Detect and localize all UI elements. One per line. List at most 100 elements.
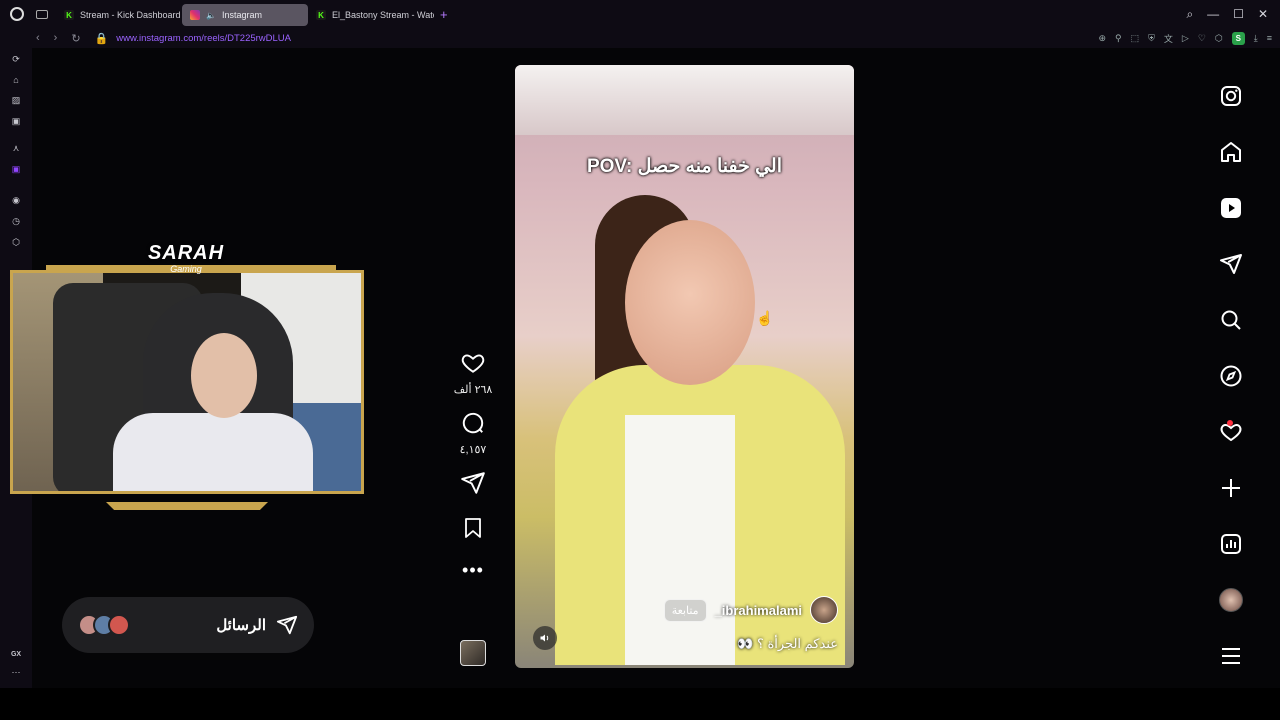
extensions-area: ⊕ ⚲ ⬚ ⛨ 文 ▷ ♡ ⬡ S ⤓ ≡ [1098,28,1272,48]
tab-kick-dashboard[interactable]: K Stream - Kick Dashboard [56,4,182,26]
nav-search[interactable] [1219,292,1243,348]
close-button[interactable]: ✕ [1258,7,1268,21]
gx-corner-icon[interactable]: ⋏ [13,143,20,154]
webcam-face [191,333,257,418]
download-icon[interactable]: ⤓ [1254,33,1258,44]
heart-icon[interactable]: ♡ [1198,33,1206,44]
zoom-icon[interactable]: ⊕ [1098,33,1106,44]
tab-title: Instagram [221,10,262,20]
nav-messages[interactable] [1219,236,1243,292]
webcam-overlay: SARAH Gaming [6,240,368,515]
reel-caption: POV: الي خفنا منه حصل [586,156,782,177]
notification-dot [1227,420,1233,426]
instagram-nav [1210,68,1252,684]
kick-icon: K [64,10,74,20]
share-action [460,470,486,501]
pin-icon[interactable]: ⚲ [1115,33,1122,44]
more-options-icon[interactable]: ••• [462,560,484,581]
like-count: ٢٦٨ ألف [453,384,493,396]
opera-gx-logo-icon[interactable] [10,7,24,21]
mute-icon[interactable] [533,626,557,650]
reel-actions: ٢٦٨ ألف ٤,١٥٧ ••• [448,350,498,595]
more-action: ••• [462,560,484,581]
tab-title: Stream - Kick Dashboard [80,10,181,20]
audio-thumbnail[interactable] [460,640,486,666]
lock-icon: 🔒 [94,32,109,45]
bookmark-icon[interactable] [461,515,485,546]
share-icon[interactable] [460,470,486,501]
address-bar: ‹ › ↻ 🔒 www.instagram.com/reels/DT225rwD… [0,28,1280,48]
history-icon[interactable]: ◷ [12,216,20,227]
messages-button[interactable]: الرسائل [62,597,314,653]
follow-button[interactable]: متابعة [663,598,707,622]
tab-title: El_Bastony Stream - Watc [332,10,434,20]
player-icon[interactable]: ◉ [12,195,20,206]
video-subject-top [625,415,735,665]
video-subject-face [625,220,755,385]
nav-instagram[interactable] [1219,68,1243,124]
maximize-button[interactable]: ☐ [1233,7,1244,21]
store-icon[interactable]: ⌂ [13,75,18,85]
nav-more[interactable] [1219,628,1243,684]
like-action: ٢٦٨ ألف [453,350,493,396]
reel-username[interactable]: _ibrahimalami [715,603,802,618]
more-icon[interactable]: ⋯ [12,667,21,678]
snapshot-icon[interactable]: ⬚ [1131,33,1140,44]
tab-instagram[interactable]: 🔈 Instagram [182,4,308,26]
mouse-cursor: ☝ [756,310,774,326]
translate-icon[interactable]: 文 [1164,32,1173,45]
nav-create[interactable] [1219,460,1243,516]
minimize-button[interactable]: — [1207,7,1219,21]
profile-extension-icon[interactable]: S [1231,31,1245,45]
reel-author: متابعة _ibrahimalami [663,596,838,624]
extensions-icon[interactable]: ⬡ [1215,33,1223,44]
nav-notifications[interactable] [1219,404,1243,460]
url-field[interactable]: www.instagram.com/reels/DT225rwDLUA [116,33,291,44]
reel-description: عندكم الجرأة ؟ 👀 [737,636,838,651]
messages-label-group: الرسائل [216,614,298,636]
comment-action: ٤,١٥٧ [459,410,487,456]
gallery-icon[interactable]: ▨ [12,95,21,106]
play-icon[interactable]: ▷ [1182,33,1189,44]
audio-icon[interactable]: 🔈 [206,11,216,20]
kick-icon: K [316,10,326,20]
direct-icon [276,615,298,635]
dashboard-icon [1221,534,1241,554]
browser-tab-bar: K Stream - Kick Dashboard 🔈 Instagram K … [0,0,1280,28]
new-tab-button[interactable]: + [440,7,448,22]
workspaces-icon[interactable] [36,9,48,19]
twitch-icon[interactable]: ▣ [12,164,21,175]
reel-video[interactable]: POV: الي خفنا منه حصل متابعة _ibrahimala… [515,65,854,668]
refresh-icon[interactable]: ⟳ [12,54,20,65]
comment-count: ٤,١٥٧ [459,444,487,456]
heart-icon[interactable] [460,350,486,381]
nav-profile[interactable] [1219,572,1243,628]
nav-home[interactable] [1219,124,1243,180]
hamburger-menu-icon [1222,648,1240,664]
plus-icon [1222,479,1240,497]
reload-icon[interactable]: ↻ [71,32,80,45]
profile-avatar[interactable] [1219,588,1243,612]
author-avatar[interactable] [810,596,838,624]
shield-icon[interactable]: ⛨ [1148,33,1155,44]
direct-icon [1220,254,1242,274]
message-avatars [78,614,130,636]
messages-label: الرسائل [216,617,266,634]
nav-dashboard[interactable] [1219,516,1243,572]
screen-bottom [0,688,1280,720]
webcam-frame [10,270,364,494]
menu-icon[interactable]: ≡ [1267,33,1272,43]
avatar [108,614,130,636]
nav-explore[interactable] [1219,348,1243,404]
nav-reels[interactable] [1219,180,1243,236]
comment-icon[interactable] [460,410,486,441]
forward-icon[interactable]: › [54,32,58,44]
tab-el-bastony[interactable]: K El_Bastony Stream - Watc [308,4,434,26]
window-controls: ⌕ — ☐ ✕ [1186,0,1280,28]
messenger-icon[interactable]: ▣ [12,116,21,127]
search-icon[interactable]: ⌕ [1186,7,1193,22]
overlay-brand-subtitle: Gaming [170,264,202,274]
back-icon[interactable]: ‹ [36,32,40,44]
gx-label: GX [10,651,22,658]
instagram-icon [190,10,200,20]
